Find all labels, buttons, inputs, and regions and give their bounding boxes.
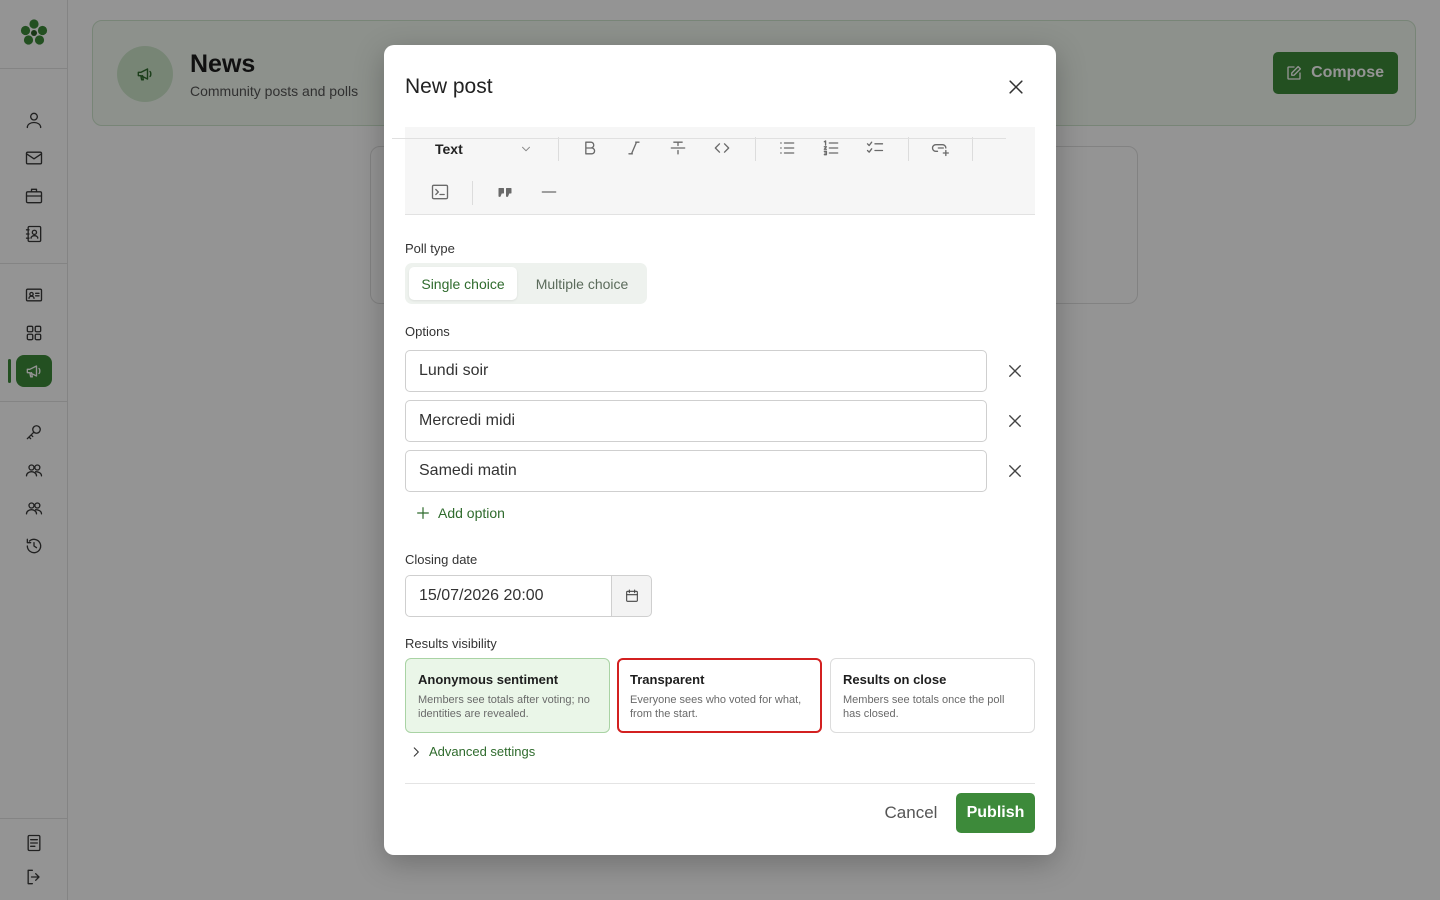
visibility-option-description: Members see totals once the poll has clo… xyxy=(843,694,1005,720)
closing-date-label: Closing date xyxy=(405,552,478,567)
cancel-button[interactable]: Cancel xyxy=(876,793,946,833)
remove-option-2-button[interactable] xyxy=(1001,407,1029,435)
blockquote-button[interactable] xyxy=(490,177,520,207)
toolbar-separator xyxy=(472,181,473,205)
text-format-label: Text xyxy=(435,141,463,157)
close-icon xyxy=(1009,365,1021,377)
horizontal-rule-button[interactable] xyxy=(534,177,564,207)
results-visibility-label: Results visibility xyxy=(405,636,497,651)
poll-type-single-choice[interactable]: Single choice xyxy=(409,267,517,300)
new-post-dialog: New post Text Poll type Single choice Mu… xyxy=(384,45,1056,855)
option-input-1[interactable]: Lundi soir xyxy=(405,350,987,392)
advanced-settings-toggle[interactable]: Advanced settings xyxy=(409,744,535,759)
quote-icon xyxy=(498,188,512,197)
close-icon xyxy=(1009,80,1023,94)
option-input-2[interactable]: Mercredi midi xyxy=(405,400,987,442)
text-format-select[interactable]: Text xyxy=(421,135,539,163)
option-input-3[interactable]: Samedi matin xyxy=(405,450,987,492)
code-block-button[interactable] xyxy=(425,177,455,207)
code-icon xyxy=(714,143,730,153)
chevron-down-icon xyxy=(522,146,530,152)
advanced-settings-label: Advanced settings xyxy=(429,744,536,759)
poll-type-multiple-choice[interactable]: Multiple choice xyxy=(521,267,643,300)
add-option-button[interactable]: Add option xyxy=(415,505,505,521)
chevron-right-icon xyxy=(413,746,419,757)
dialog-footer-divider xyxy=(405,783,1035,784)
visibility-option-title: Anonymous sentiment xyxy=(418,672,559,687)
strikethrough-icon xyxy=(670,141,686,155)
visibility-option-transparent[interactable]: Transparent Everyone sees who voted for … xyxy=(617,658,822,733)
options-label: Options xyxy=(405,324,450,339)
visibility-option-title: Transparent xyxy=(630,672,705,687)
bullet-list-icon xyxy=(780,142,795,154)
bold-icon xyxy=(585,141,596,155)
date-picker-button[interactable] xyxy=(611,575,652,617)
plus-icon xyxy=(417,507,429,519)
toolbar-separator xyxy=(972,137,973,161)
checklist-icon xyxy=(866,141,884,153)
toolbar-separator xyxy=(908,137,909,161)
close-icon xyxy=(1009,465,1021,477)
visibility-option-description: Everyone sees who voted for what, from t… xyxy=(630,694,802,720)
close-icon xyxy=(1009,415,1021,427)
remove-option-1-button[interactable] xyxy=(1001,357,1029,385)
toolbar-separator xyxy=(755,137,756,161)
remove-option-3-button[interactable] xyxy=(1001,457,1029,485)
visibility-option-results-on-close[interactable]: Results on close Members see totals once… xyxy=(830,658,1035,733)
dialog-title: New post xyxy=(405,75,493,98)
toolbar-separator xyxy=(558,137,559,161)
terminal-icon xyxy=(431,184,449,200)
link-icon xyxy=(931,144,949,157)
visibility-option-description: Members see totals after voting; no iden… xyxy=(418,694,590,720)
editor-content-divider xyxy=(392,138,1006,139)
calendar-icon xyxy=(625,589,638,602)
add-option-label: Add option xyxy=(438,505,505,521)
visibility-option-anonymous[interactable]: Anonymous sentiment Members see totals a… xyxy=(405,658,610,733)
visibility-option-title: Results on close xyxy=(843,672,947,687)
poll-type-label: Poll type xyxy=(405,241,455,256)
italic-icon xyxy=(628,141,640,155)
horizontal-rule-icon xyxy=(541,191,557,193)
editor-toolbar: Text xyxy=(405,127,1035,215)
close-button[interactable] xyxy=(1004,75,1028,99)
publish-button[interactable]: Publish xyxy=(956,793,1035,833)
poll-type-toggle: Single choice Multiple choice xyxy=(405,263,647,304)
numbered-list-icon xyxy=(823,140,839,156)
closing-date-input[interactable]: 15/07/2026 20:00 xyxy=(405,575,613,617)
